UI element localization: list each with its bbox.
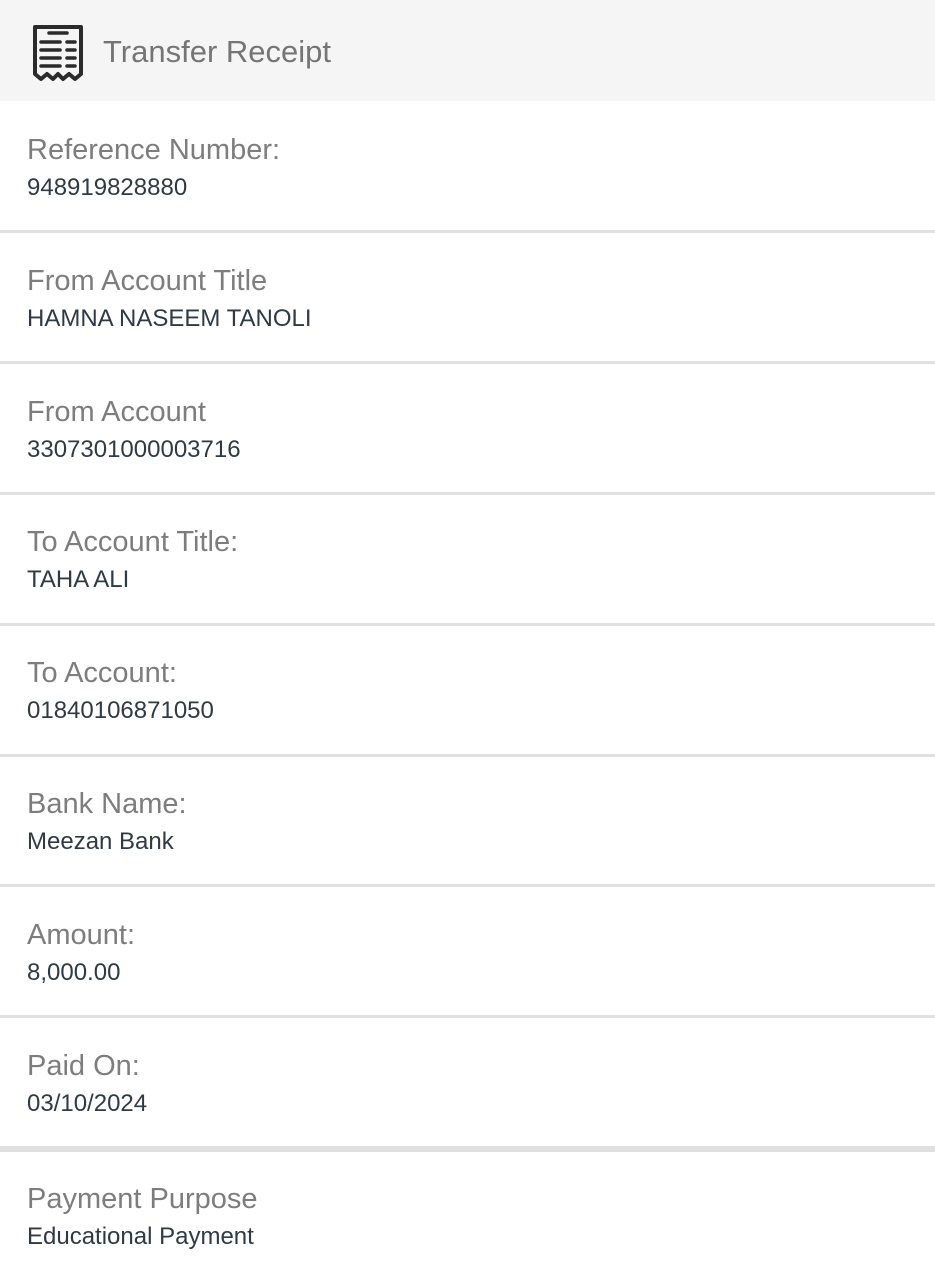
paid-on-label: Paid On: — [27, 1050, 140, 1082]
bank-name-label: Bank Name: — [27, 788, 187, 820]
amount-label: Amount: — [27, 919, 135, 951]
from-account-label: From Account — [27, 396, 206, 428]
to-account-title-label: To Account Title: — [27, 526, 239, 558]
payment-purpose-label: Payment Purpose — [27, 1183, 258, 1215]
to-account-title-value: TAHA ALI — [27, 566, 130, 593]
bank-name-row: Bank Name: Meezan Bank — [0, 757, 935, 884]
reference-number-row: Reference Number: 948919828880 — [0, 101, 935, 230]
from-account-title-value: HAMNA NASEEM TANOLI — [27, 305, 312, 332]
to-account-row: To Account: 01840106871050 — [0, 626, 935, 754]
amount-row: Amount: 8,000.00 — [0, 887, 935, 1015]
page-title: Transfer Receipt — [103, 34, 331, 69]
from-account-title-row: From Account Title HAMNA NASEEM TANOLI — [0, 233, 935, 361]
to-account-value: 01840106871050 — [27, 697, 214, 724]
receipt-header: Transfer Receipt — [0, 0, 935, 101]
bank-name-value: Meezan Bank — [27, 828, 174, 855]
paid-on-value: 03/10/2024 — [27, 1090, 148, 1117]
to-account-title-row: To Account Title: TAHA ALI — [0, 495, 935, 623]
from-account-title-label: From Account Title — [27, 265, 268, 297]
receipt-icon — [33, 25, 83, 81]
payment-purpose-row: Payment Purpose Educational Payment — [0, 1152, 935, 1280]
from-account-row: From Account 3307301000003716 — [0, 364, 935, 492]
reference-number-value: 948919828880 — [27, 174, 188, 201]
reference-number-label: Reference Number: — [27, 134, 281, 166]
paid-on-row: Paid On: 03/10/2024 — [0, 1018, 935, 1146]
to-account-label: To Account: — [27, 657, 177, 689]
from-account-value: 3307301000003716 — [27, 436, 241, 463]
amount-value: 8,000.00 — [27, 959, 121, 986]
payment-purpose-value: Educational Payment — [27, 1223, 254, 1250]
